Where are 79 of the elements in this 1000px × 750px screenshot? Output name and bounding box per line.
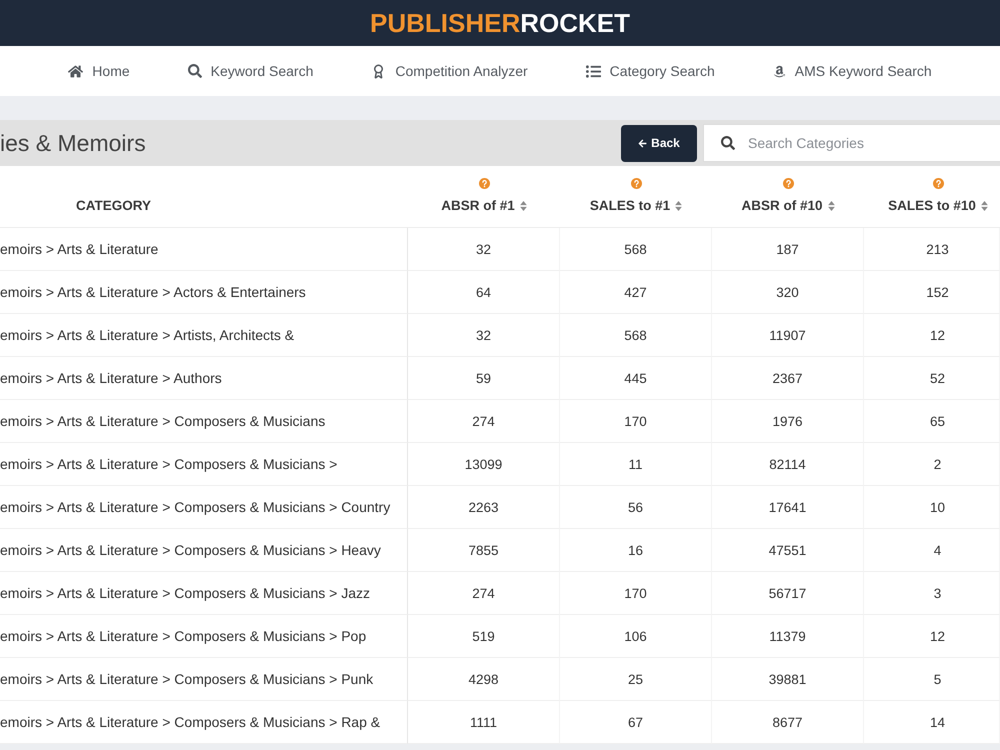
table-cell: 59 [408, 357, 560, 400]
search-icon [721, 136, 735, 150]
table-cell: 274 [408, 400, 560, 443]
table-cell: 65 [864, 400, 1000, 443]
column-header[interactable]: ABSR of #1 [441, 198, 527, 213]
table-cell: 1976 [712, 400, 864, 443]
table-cell: 274 [408, 572, 560, 615]
table-cell: 39881 [712, 658, 864, 701]
list-icon [586, 64, 601, 78]
table-cell: 320 [712, 271, 864, 314]
table-cell: 64 [408, 271, 560, 314]
table-cell: 2367 [712, 357, 864, 400]
table-cell: 25 [560, 658, 712, 701]
logo: PUBLISHERROCKET [370, 10, 630, 36]
table-cell: 3 [864, 572, 1000, 615]
table-cell: 10 [864, 486, 1000, 529]
home-icon [68, 64, 84, 78]
table-cell: emoirs > Arts & Literature > Artists, Architects & [0, 314, 408, 357]
table-cell: 47551 [712, 529, 864, 572]
nav-link[interactable]: Home [68, 63, 130, 79]
table-cell: 568 [560, 314, 712, 357]
table-cell: 170 [560, 572, 712, 615]
table-cell: 12 [864, 615, 1000, 658]
table-cell: 11 [560, 443, 712, 486]
sort-icon [675, 200, 682, 210]
back-button[interactable]: Back [621, 124, 697, 162]
table-cell: 7855 [408, 529, 560, 572]
table-cell: 4 [864, 529, 1000, 572]
table-cell: emoirs > Arts & Literature > Composers & Musicians > Pop [0, 615, 408, 658]
table-cell: 427 [560, 271, 712, 314]
a-logo-icon [772, 64, 786, 78]
table-cell: emoirs > Arts & Literature > Composers & Musicians > Jazz [0, 572, 408, 615]
table-cell: 445 [560, 357, 712, 400]
arrow-left-icon [638, 138, 648, 148]
nav-link[interactable]: AMS Keyword Search [772, 63, 932, 79]
table-cell: 52 [864, 357, 1000, 400]
table-cell: emoirs > Arts & Literature > Composers & Musicians > Punk [0, 658, 408, 701]
column-header[interactable]: SALES to #1 [590, 198, 682, 213]
search-icon [188, 64, 202, 78]
table-cell: 2 [864, 443, 1000, 486]
table-cell: emoirs > Arts & Literature > Composers & Musicians > Heavy [0, 529, 408, 572]
table-cell: 187 [712, 228, 864, 271]
table-cell: 11379 [712, 615, 864, 658]
table-cell: 32 [408, 228, 560, 271]
table-cell: 13099 [408, 443, 560, 486]
table-cell: emoirs > Arts & Literature > Composers & Musicians > Country [0, 486, 408, 529]
table-cell: emoirs > Arts & Literature [0, 228, 408, 271]
nav-link[interactable]: Keyword Search [188, 63, 314, 79]
table-cell: 2263 [408, 486, 560, 529]
table-cell: 56 [560, 486, 712, 529]
search-field[interactable]: Search Categories [703, 124, 1000, 162]
table-cell: 11907 [712, 314, 864, 357]
table-cell: 152 [864, 271, 1000, 314]
table-cell: 12 [864, 314, 1000, 357]
table-cell: emoirs > Arts & Literature > Actors & Entertainers [0, 271, 408, 314]
table-cell: emoirs > Arts & Literature > Authors [0, 357, 408, 400]
table-cell: 32 [408, 314, 560, 357]
sort-icon [520, 200, 527, 210]
table-cell: emoirs > Arts & Literature > Composers & Musicians [0, 400, 408, 443]
table-cell: 519 [408, 615, 560, 658]
table-cell: 5 [864, 658, 1000, 701]
column-header: CATEGORY [76, 198, 152, 213]
column-header[interactable]: SALES to #10 [888, 198, 988, 213]
page-title: ies & Memoirs [0, 130, 147, 156]
table-cell: 106 [560, 615, 712, 658]
table-cell: 16 [560, 529, 712, 572]
table-cell: 56717 [712, 572, 864, 615]
table-cell: 82114 [712, 443, 864, 486]
sort-icon [828, 200, 835, 210]
table-cell: emoirs > Arts & Literature > Composers & Musicians > [0, 443, 408, 486]
table-cell: 568 [560, 228, 712, 271]
table-cell: 17641 [712, 486, 864, 529]
column-header[interactable]: ABSR of #10 [741, 198, 835, 213]
table-cell: 213 [864, 228, 1000, 271]
nav-link[interactable]: Competition Analyzer [371, 63, 528, 79]
table-cell: 170 [560, 400, 712, 443]
nav-link[interactable]: Category Search [586, 63, 715, 79]
sort-icon [980, 200, 988, 210]
table-cell: 4298 [408, 658, 560, 701]
